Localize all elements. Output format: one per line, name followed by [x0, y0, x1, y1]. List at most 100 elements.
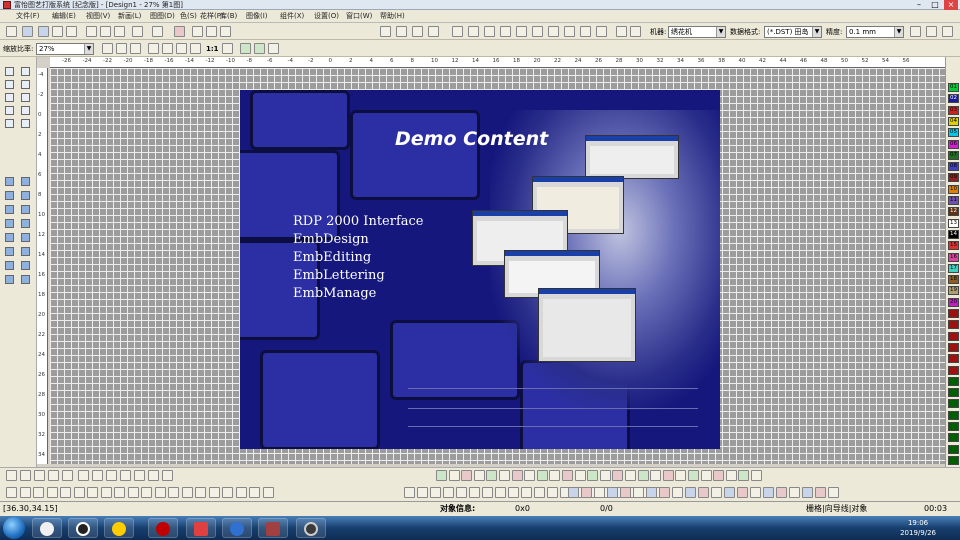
menu-component[interactable]: 组件(X) [280, 10, 304, 23]
color-fill-icon[interactable] [5, 106, 14, 115]
demo-item-emblettering[interactable]: EmbLettering [293, 267, 385, 285]
bottom-tool-icon[interactable] [92, 470, 103, 481]
stitch-tool-icon[interactable] [688, 470, 699, 481]
menu-library[interactable]: 库(B) [220, 10, 237, 23]
tool-e-icon[interactable] [452, 26, 463, 37]
stitch-tool-icon[interactable] [448, 470, 460, 481]
align-tool-icon[interactable] [235, 487, 247, 498]
tool-m-icon[interactable] [580, 26, 591, 37]
save-icon[interactable] [38, 26, 49, 37]
stitch-tool-icon[interactable] [486, 470, 498, 481]
object-tool-icon[interactable] [620, 487, 631, 498]
taskbar-app[interactable] [296, 518, 326, 538]
mirror-icon[interactable] [5, 93, 14, 102]
stitch-tool-icon[interactable] [524, 470, 536, 481]
tool-l-icon[interactable] [564, 26, 575, 37]
object-tool-icon[interactable] [568, 487, 579, 498]
taskbar-app[interactable] [104, 518, 134, 538]
align-tool-icon[interactable] [114, 487, 125, 498]
menu-view[interactable]: 视图(V) [86, 10, 110, 23]
stitch-tool-icon[interactable] [612, 470, 624, 481]
align-tool-icon[interactable] [19, 487, 31, 498]
align-tool-icon[interactable] [168, 487, 179, 498]
refresh-icon[interactable] [240, 43, 251, 54]
stitch-tool-icon[interactable] [662, 470, 674, 481]
color-swatch[interactable]: 07 [948, 150, 959, 160]
bottom-tool-icon[interactable] [34, 470, 45, 481]
color-swatch[interactable] [948, 399, 959, 409]
color-swatch[interactable]: 06 [948, 139, 959, 149]
zoom-all-icon[interactable] [116, 43, 127, 54]
stitch-tool-icon[interactable] [587, 470, 599, 481]
color-swatch[interactable]: 08 [948, 162, 959, 172]
star-icon[interactable] [5, 261, 14, 270]
arrow-left-icon[interactable] [616, 26, 627, 37]
stitch-tool-icon[interactable] [599, 470, 611, 481]
object-tool-icon[interactable] [828, 487, 839, 498]
about-icon[interactable] [220, 26, 231, 37]
stitch-tool-icon[interactable] [536, 470, 548, 481]
color-swatch[interactable]: 16 [948, 252, 959, 262]
zoom-fit-icon[interactable] [222, 43, 233, 54]
save-as-icon[interactable] [52, 26, 63, 37]
object-tool-icon[interactable] [672, 487, 683, 498]
menu-settings[interactable]: 设置(O) [314, 10, 339, 23]
copy-icon[interactable] [100, 26, 111, 37]
stitch-tool-icon[interactable] [436, 470, 447, 481]
stitch-i-icon[interactable] [5, 233, 14, 242]
bottom-tool-icon[interactable] [20, 470, 31, 481]
object-tool-icon[interactable] [607, 487, 618, 498]
align-tool-icon[interactable] [100, 487, 112, 498]
tool-h-icon[interactable] [500, 26, 511, 37]
system-clock[interactable]: 19:06 2019/9/26 [900, 518, 936, 538]
align-tool-icon[interactable] [33, 487, 44, 498]
align-tool-icon[interactable] [46, 487, 58, 498]
arrow-right-icon[interactable] [630, 26, 641, 37]
color-swatch[interactable] [948, 444, 959, 454]
taskbar-app[interactable] [68, 518, 98, 538]
maximize-button[interactable]: □ [928, 0, 942, 10]
color-swatch[interactable] [948, 376, 959, 386]
stitch-c-icon[interactable] [5, 191, 14, 200]
menu-new[interactable]: 新画(L) [118, 10, 141, 23]
color-swatch[interactable] [948, 309, 959, 318]
color-swatch[interactable] [948, 388, 959, 398]
edit-tool-icon[interactable] [495, 487, 506, 498]
color-swatch[interactable] [948, 342, 959, 352]
tool-i-icon[interactable] [516, 26, 527, 37]
start-button[interactable] [3, 517, 25, 539]
color-swatch[interactable]: 19 [948, 286, 959, 296]
import-icon[interactable] [66, 26, 77, 37]
cut-icon[interactable] [86, 26, 97, 37]
edit-tool-icon[interactable] [547, 487, 558, 498]
color-swatch[interactable]: 15 [948, 241, 959, 251]
stitch-g-icon[interactable] [5, 219, 14, 228]
edit-tool-icon[interactable] [534, 487, 545, 498]
paste-icon[interactable] [114, 26, 125, 37]
color-swatch[interactable]: 01 [948, 83, 959, 92]
object-tool-icon[interactable] [737, 487, 748, 498]
bottom-tool-icon[interactable] [106, 470, 117, 481]
stitch-tool-icon[interactable] [574, 470, 586, 481]
edit-tool-icon[interactable] [417, 487, 428, 498]
text-icon[interactable] [21, 106, 30, 115]
precision-select[interactable]: 0.1 mm ▼ [846, 26, 904, 38]
help-icon[interactable] [206, 26, 217, 37]
menu-help[interactable]: 帮助(H) [380, 10, 405, 23]
grid-icon[interactable] [254, 43, 265, 54]
demo-splash[interactable]: Demo Content RDP 2000 Interface EmbDesig… [240, 90, 720, 449]
zoom-window-icon[interactable] [102, 43, 113, 54]
zoom-next-icon[interactable] [190, 43, 201, 54]
one-to-one-button[interactable]: 1:1 [206, 43, 219, 55]
object-tool-icon[interactable] [659, 487, 670, 498]
stitch-tool-icon[interactable] [473, 470, 485, 481]
stitch-tool-icon[interactable] [625, 470, 636, 481]
view-icon[interactable] [268, 43, 279, 54]
zoom-out-icon[interactable] [162, 43, 173, 54]
object-tool-icon[interactable] [698, 487, 709, 498]
stitch-j-icon[interactable] [21, 233, 30, 242]
object-tool-icon[interactable] [685, 487, 696, 498]
measure-icon[interactable] [21, 119, 30, 128]
stitch-n-icon[interactable] [5, 275, 14, 284]
menu-image[interactable]: 图像(I) [246, 10, 268, 23]
